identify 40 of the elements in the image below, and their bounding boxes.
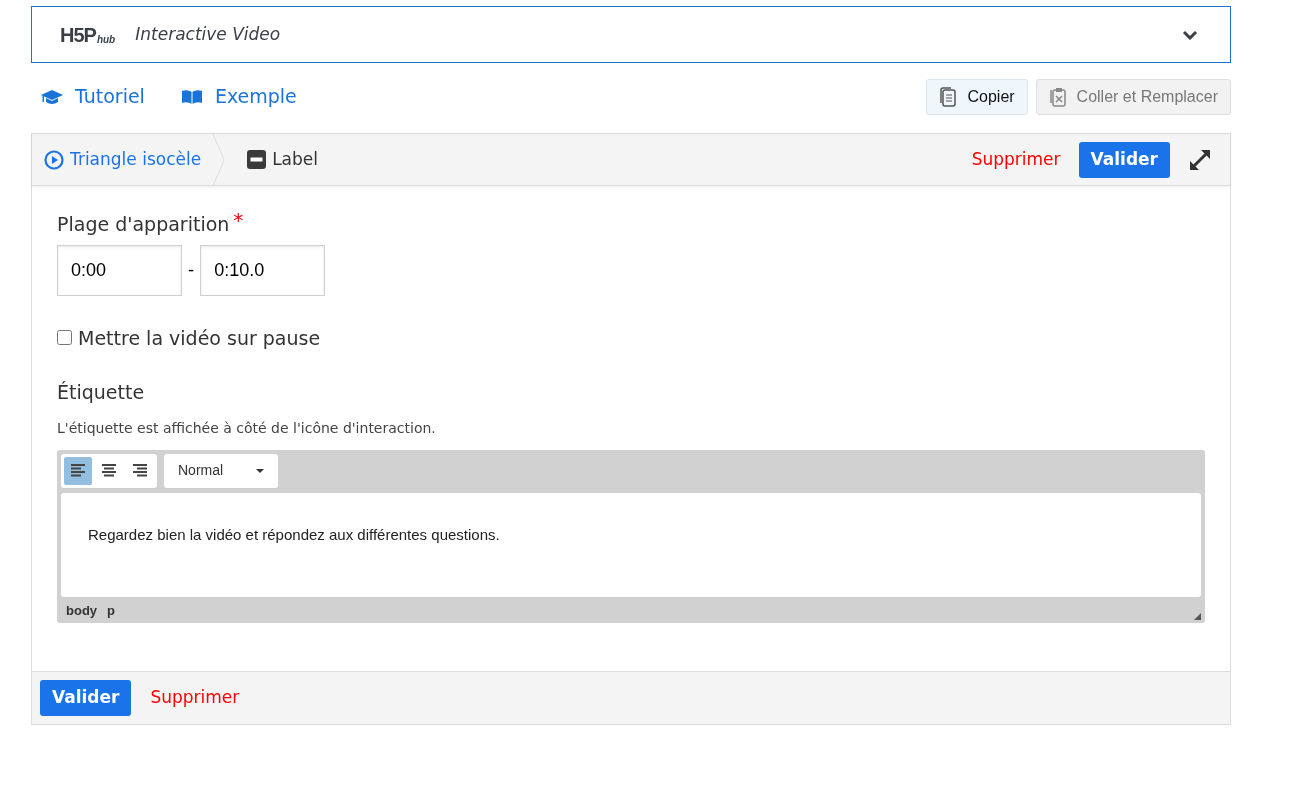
delete-link[interactable]: Supprimer	[971, 146, 1061, 173]
copy-button[interactable]: Copier	[926, 78, 1028, 115]
align-center-icon	[102, 464, 116, 477]
range-separator: -	[188, 258, 195, 282]
chevron-down-icon[interactable]	[1182, 29, 1198, 40]
content-type-selector[interactable]: H5Phub Interactive Video	[31, 6, 1231, 63]
logo-subtitle: hub	[96, 34, 116, 45]
open-book-icon	[180, 88, 203, 105]
delete-link[interactable]: Supprimer	[150, 684, 240, 711]
checkbox-label: Mettre la vidéo sur pause	[78, 325, 321, 351]
fullscreen-icon[interactable]	[1188, 147, 1212, 172]
example-link[interactable]: Exemple	[180, 82, 297, 111]
caret-icon	[256, 468, 264, 473]
copy-icon	[939, 86, 958, 107]
breadcrumb-link[interactable]: Triangle isocèle	[32, 134, 214, 185]
clipboard-x-icon	[1048, 86, 1067, 107]
editor-text[interactable]: Regardez bien la vidéo et répondez aux différentes questions.	[88, 525, 500, 543]
resize-handle-icon[interactable]	[1194, 612, 1201, 620]
field-label: Étiquette	[57, 380, 146, 405]
validate-button[interactable]: Valider	[1078, 141, 1170, 178]
pause-checkbox[interactable]	[57, 330, 72, 346]
play-circle-icon	[44, 149, 64, 170]
content-type-title: Interactive Video	[135, 22, 281, 46]
breadcrumb-current: Label	[235, 134, 330, 185]
align-left-button[interactable]	[64, 456, 92, 485]
element-path-item[interactable]: body	[66, 600, 98, 619]
field-description: L'étiquette est affichée à côté de l'icône d'interaction.	[57, 418, 437, 438]
start-time-field[interactable]: 0:00	[57, 244, 182, 296]
graduation-cap-icon	[41, 88, 63, 105]
tutorial-link[interactable]: Tutoriel	[41, 82, 145, 111]
element-path-item[interactable]: p	[107, 600, 115, 619]
validate-button[interactable]: Valider	[40, 679, 132, 716]
field-label: Plage d'apparition	[57, 212, 230, 237]
align-right-icon	[133, 464, 147, 477]
logo: H5P	[60, 24, 96, 45]
end-time-field[interactable]: 0:10.0	[200, 244, 326, 296]
required-mark: *	[233, 210, 244, 230]
align-left-icon	[71, 464, 85, 477]
minus-square-icon	[247, 150, 267, 169]
format-dropdown[interactable]: Normal	[164, 453, 278, 488]
